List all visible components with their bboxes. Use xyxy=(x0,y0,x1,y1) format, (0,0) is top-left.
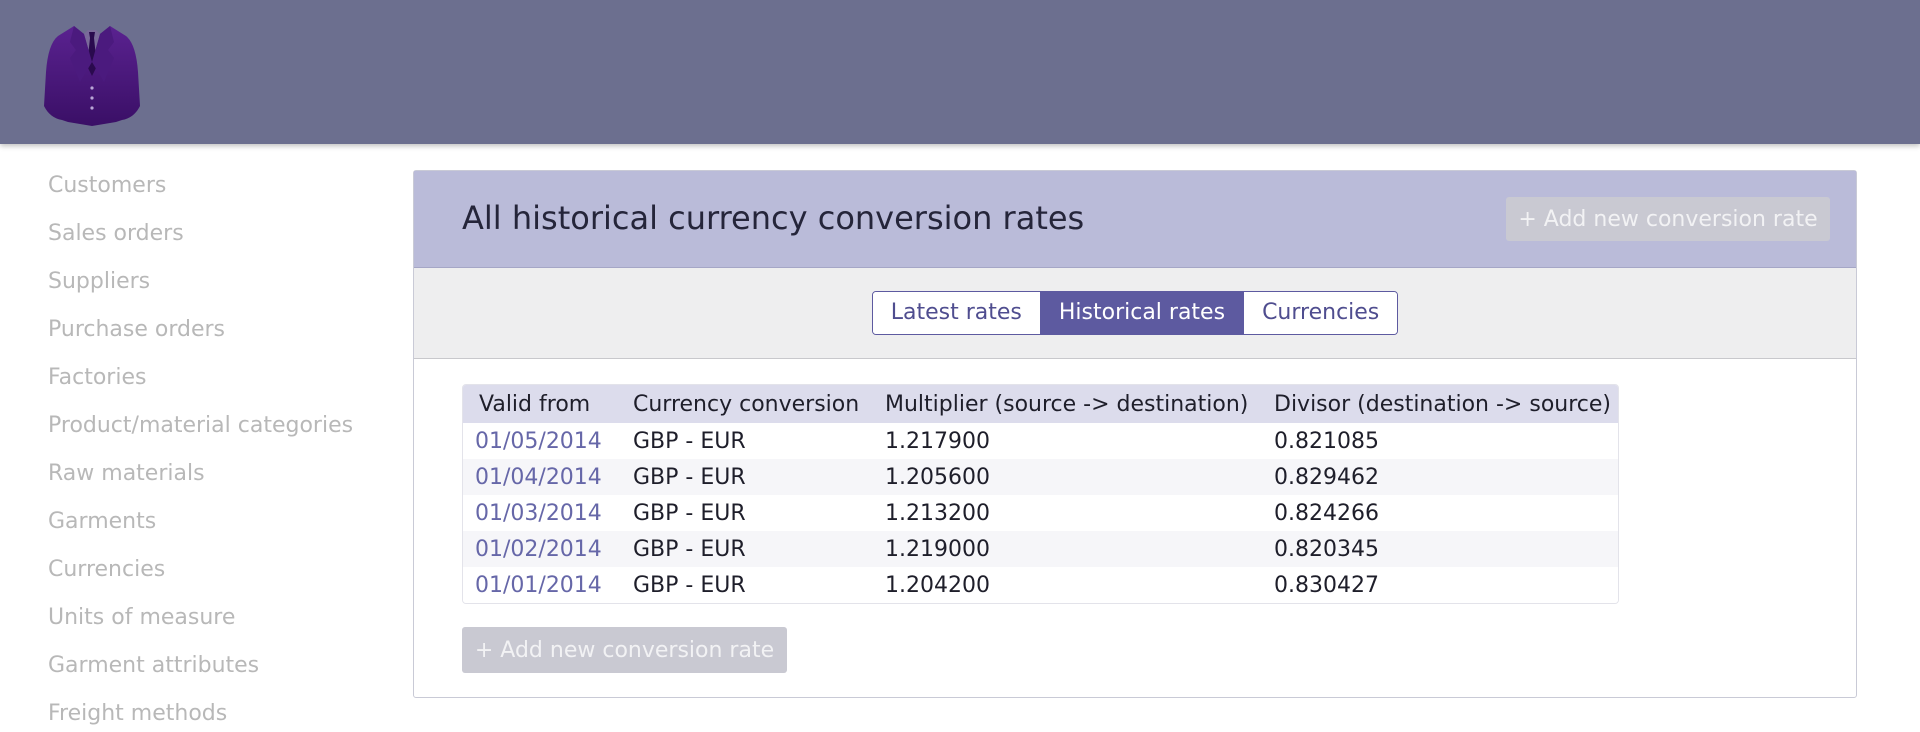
divisor-cell: 0.820345 xyxy=(1274,536,1379,562)
page-title: All historical currency conversion rates xyxy=(462,199,1085,237)
valid-from-link[interactable]: 01/05/2014 xyxy=(463,423,621,459)
table-row: 01/01/2014 GBP - EUR 1.204200 0.830427 xyxy=(463,567,1618,603)
sidebar-item-product-material-categories[interactable]: Product/material categories xyxy=(48,404,388,452)
currency-conversion-cell: GBP - EUR xyxy=(633,572,746,598)
sidebar-item-units-of-measure[interactable]: Units of measure xyxy=(48,596,388,644)
currency-conversion-cell: GBP - EUR xyxy=(633,500,746,526)
valid-from-link[interactable]: 01/02/2014 xyxy=(463,531,621,567)
tab-historical-rates[interactable]: Historical rates xyxy=(1040,292,1245,334)
sidebar-item-suppliers[interactable]: Suppliers xyxy=(48,260,388,308)
currency-conversion-cell: GBP - EUR xyxy=(633,464,746,490)
sidebar-nav: Customers Sales orders Suppliers Purchas… xyxy=(48,164,388,732)
valid-from-link[interactable]: 01/04/2014 xyxy=(463,459,621,495)
rates-panel: All historical currency conversion rates… xyxy=(413,170,1857,698)
suit-jacket-icon[interactable] xyxy=(44,22,140,126)
table-header-row: Valid from Currency conversion Multiplie… xyxy=(463,385,1618,423)
divisor-cell: 0.829462 xyxy=(1274,464,1379,490)
valid-from-link[interactable]: 01/03/2014 xyxy=(463,495,621,531)
table-row: 01/04/2014 GBP - EUR 1.205600 0.829462 xyxy=(463,459,1618,495)
rates-table-container: Valid from Currency conversion Multiplie… xyxy=(462,384,1619,604)
multiplier-cell: 1.204200 xyxy=(885,572,990,598)
tab-bar: Latest rates Historical rates Currencies xyxy=(414,268,1856,359)
sidebar-item-sales-orders[interactable]: Sales orders xyxy=(48,212,388,260)
multiplier-cell: 1.219000 xyxy=(885,536,990,562)
sidebar-item-customers[interactable]: Customers xyxy=(48,164,388,212)
divisor-cell: 0.824266 xyxy=(1274,500,1379,526)
tab-latest-rates[interactable]: Latest rates xyxy=(872,292,1041,334)
panel-header: All historical currency conversion rates… xyxy=(414,171,1856,268)
column-header-multiplier: Multiplier (source -> destination) xyxy=(885,391,1249,417)
add-conversion-rate-button-header[interactable]: + Add new conversion rate xyxy=(1506,197,1830,241)
multiplier-cell: 1.205600 xyxy=(885,464,990,490)
add-conversion-rate-button-footer[interactable]: + Add new conversion rate xyxy=(462,627,787,673)
table-row: 01/03/2014 GBP - EUR 1.213200 0.824266 xyxy=(463,495,1618,531)
sidebar-item-freight-methods[interactable]: Freight methods xyxy=(48,692,388,732)
sidebar-item-garment-attributes[interactable]: Garment attributes xyxy=(48,644,388,692)
column-header-valid-from: Valid from xyxy=(479,391,591,417)
rate-tabs: Latest rates Historical rates Currencies xyxy=(871,291,1399,335)
column-header-currency-conversion: Currency conversion xyxy=(633,391,860,417)
currency-conversion-cell: GBP - EUR xyxy=(633,536,746,562)
sidebar-item-factories[interactable]: Factories xyxy=(48,356,388,404)
table-row: 01/05/2014 GBP - EUR 1.217900 0.821085 xyxy=(463,423,1618,459)
sidebar-item-garments[interactable]: Garments xyxy=(48,500,388,548)
divisor-cell: 0.830427 xyxy=(1274,572,1379,598)
top-bar xyxy=(0,0,1920,144)
sidebar-item-raw-materials[interactable]: Raw materials xyxy=(48,452,388,500)
column-header-divisor: Divisor (destination -> source) xyxy=(1274,391,1611,417)
sidebar-item-currencies[interactable]: Currencies xyxy=(48,548,388,596)
multiplier-cell: 1.217900 xyxy=(885,428,990,454)
rates-table: Valid from Currency conversion Multiplie… xyxy=(463,385,1618,603)
currency-conversion-cell: GBP - EUR xyxy=(633,428,746,454)
divisor-cell: 0.821085 xyxy=(1274,428,1379,454)
sidebar-item-purchase-orders[interactable]: Purchase orders xyxy=(48,308,388,356)
valid-from-link[interactable]: 01/01/2014 xyxy=(463,567,621,603)
tab-currencies[interactable]: Currencies xyxy=(1244,292,1398,334)
multiplier-cell: 1.213200 xyxy=(885,500,990,526)
table-row: 01/02/2014 GBP - EUR 1.219000 0.820345 xyxy=(463,531,1618,567)
